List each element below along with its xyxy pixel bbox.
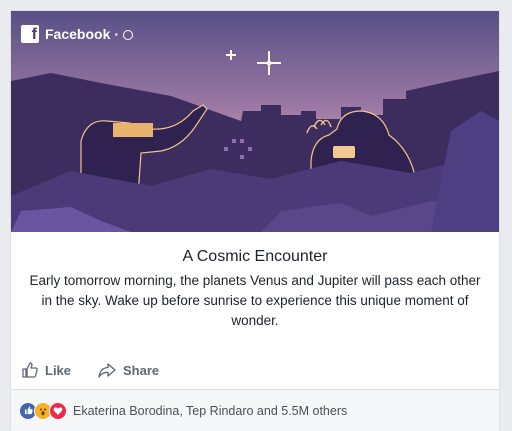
- like-label: Like: [45, 362, 72, 378]
- action-bar: Like Share: [11, 357, 499, 383]
- globe-icon: [123, 30, 134, 40]
- hero-illustration[interactable]: f Facebook ·: [11, 11, 499, 232]
- reactions-bar: Ekaterina Borodina, Tep Rindaro and 5.5M…: [11, 390, 499, 431]
- share-arrow-icon: [98, 363, 116, 378]
- reaction-icons[interactable]: [19, 401, 67, 420]
- brand-header[interactable]: f Facebook ·: [21, 25, 134, 43]
- facebook-logo-letter: f: [31, 26, 37, 43]
- thumbs-up-icon: [22, 362, 38, 378]
- love-reaction-icon[interactable]: [49, 401, 67, 420]
- post-card: f Facebook · A Cosmic Encounter Early to…: [10, 10, 500, 431]
- brand-separator: ·: [114, 26, 120, 42]
- like-button[interactable]: Like: [21, 361, 71, 379]
- post-title[interactable]: A Cosmic Encounter: [11, 248, 499, 266]
- brand-name: Facebook: [45, 26, 111, 42]
- night-sky-illustration: [11, 11, 499, 232]
- reactions-summary[interactable]: Ekaterina Borodina, Tep Rindaro and 5.5M…: [73, 404, 347, 418]
- facebook-logo-icon: f: [21, 25, 39, 43]
- share-button[interactable]: Share: [97, 362, 159, 378]
- post-description: Early tomorrow morning, the planets Venu…: [29, 273, 481, 328]
- share-label: Share: [123, 362, 160, 378]
